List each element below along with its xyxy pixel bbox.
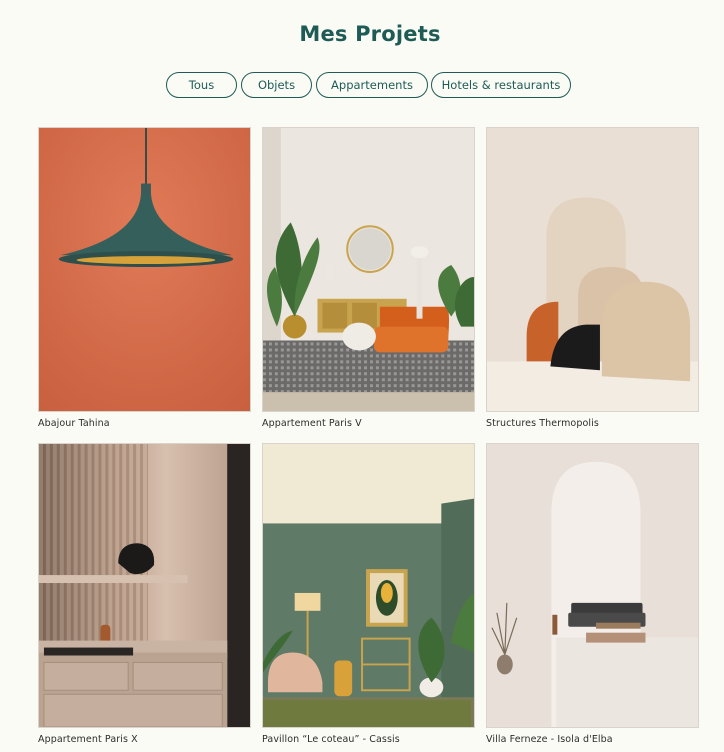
page-title: Mes Projets bbox=[299, 22, 441, 46]
filter-all-button[interactable]: Tous bbox=[166, 72, 237, 98]
project-image-sculptures[interactable] bbox=[486, 127, 699, 412]
project-card[interactable]: Appartement Paris X bbox=[38, 443, 251, 745]
project-caption: Abajour Tahina bbox=[38, 418, 110, 429]
project-card[interactable]: Structures Thermopolis bbox=[486, 127, 699, 429]
project-image-white-arch[interactable] bbox=[486, 443, 699, 728]
project-caption: Appartement Paris V bbox=[262, 418, 362, 429]
filter-objects-button[interactable]: Objets bbox=[241, 72, 312, 98]
project-image-kitchen[interactable] bbox=[38, 443, 251, 728]
project-card[interactable]: Pavillon “Le coteau” - Cassis bbox=[262, 443, 475, 745]
project-caption: Villa Ferneze - Isola d'Elba bbox=[486, 734, 613, 745]
filter-hotels-restaurants-button[interactable]: Hotels & restaurants bbox=[431, 72, 571, 98]
project-image-green-room[interactable] bbox=[262, 443, 475, 728]
project-image-living-room[interactable] bbox=[262, 127, 475, 412]
project-card[interactable]: Villa Ferneze - Isola d'Elba bbox=[486, 443, 699, 745]
project-image-lamp[interactable] bbox=[38, 127, 251, 412]
project-card[interactable]: Appartement Paris V bbox=[262, 127, 475, 429]
project-caption: Appartement Paris X bbox=[38, 734, 138, 745]
project-caption: Pavillon “Le coteau” - Cassis bbox=[262, 734, 400, 745]
project-card[interactable]: Abajour Tahina bbox=[38, 127, 251, 429]
filter-apartments-button[interactable]: Appartements bbox=[316, 72, 428, 98]
projects-page: Mes Projets Tous Objets Appartements Hot… bbox=[0, 0, 724, 752]
project-caption: Structures Thermopolis bbox=[486, 418, 599, 429]
